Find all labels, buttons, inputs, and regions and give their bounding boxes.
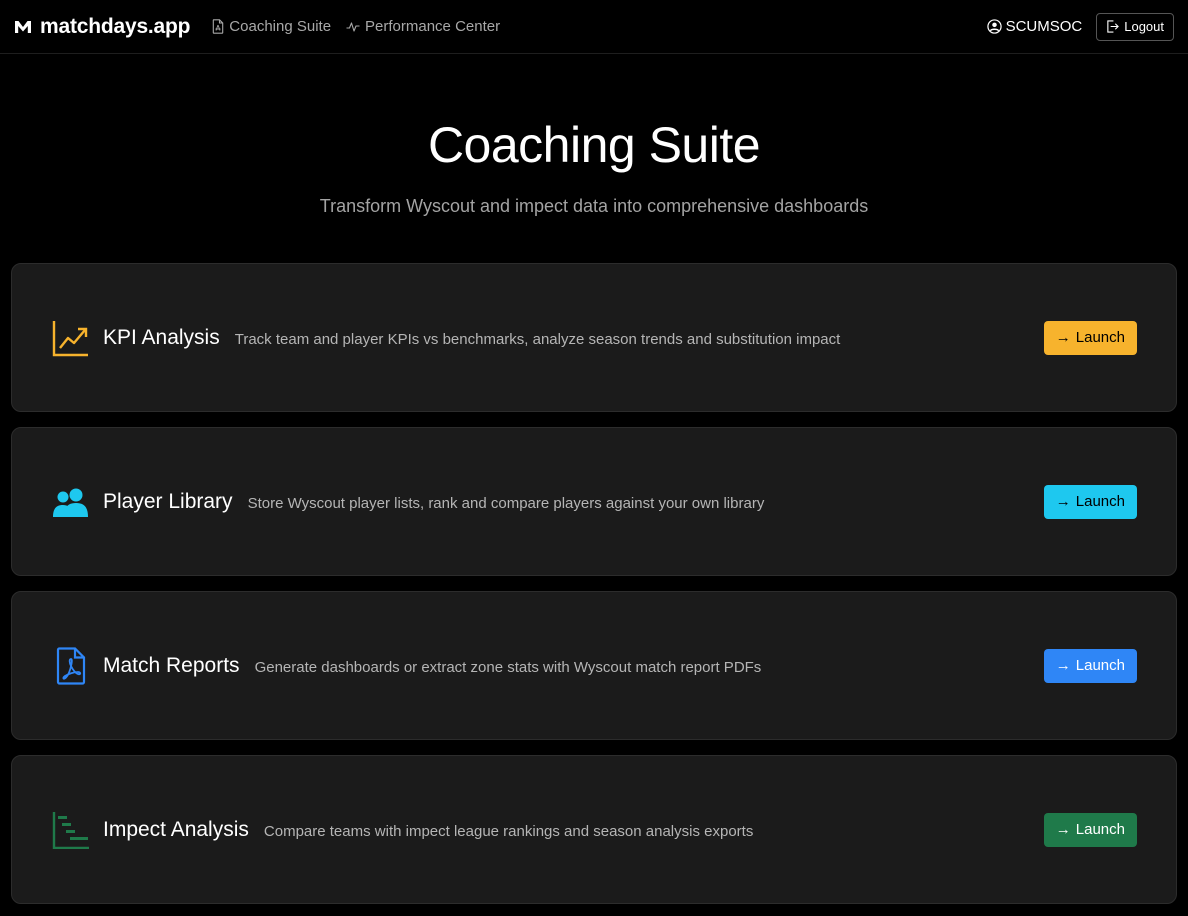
card-description: Compare teams with impect league ranking… (263, 822, 754, 840)
pdf-file-icon (213, 19, 224, 34)
card-description: Store Wyscout player lists, rank and com… (247, 494, 765, 512)
nav-link-label: Coaching Suite (229, 18, 332, 35)
card-title: KPI Analysis (103, 325, 220, 349)
launch-label: Launch (1075, 493, 1125, 510)
arrow-right-icon: → (1055, 329, 1071, 346)
launch-label: Launch (1075, 821, 1125, 838)
card-title: Match Reports (103, 653, 240, 677)
logout-button[interactable]: Logout (1096, 12, 1174, 41)
launch-match-reports-button[interactable]: → Launch (1043, 648, 1137, 683)
card-description: Generate dashboards or extract zone stat… (254, 658, 762, 676)
user-circle-icon (986, 19, 1002, 34)
username: SCUMSOC (1005, 18, 1083, 35)
card-impect-analysis: Impect Analysis Compare teams with impec… (11, 755, 1177, 904)
card-player-library: Player Library Store Wyscout player list… (11, 427, 1177, 576)
card-title: Player Library (103, 489, 233, 513)
pdf-document-icon (56, 646, 86, 685)
nav-link-label: Performance Center (365, 18, 501, 35)
hero-section: Coaching Suite Transform Wyscout and imp… (0, 112, 1188, 218)
launch-player-library-button[interactable]: → Launch (1043, 484, 1137, 519)
gantt-chart-icon (52, 811, 89, 849)
trend-chart-icon (52, 320, 88, 356)
nav-link-performance-center[interactable]: Performance Center (346, 18, 500, 35)
page-title: Coaching Suite (427, 117, 761, 173)
nav-link-coaching-suite[interactable]: Coaching Suite (212, 18, 331, 35)
launch-label: Launch (1075, 657, 1125, 674)
launch-kpi-analysis-button[interactable]: → Launch (1043, 320, 1137, 355)
card-match-reports: Match Reports Generate dashboards or ext… (11, 591, 1177, 740)
arrow-right-icon: → (1055, 493, 1071, 510)
logout-label: Logout (1124, 19, 1164, 34)
page-subtitle: Transform Wyscout and impect data into c… (319, 196, 869, 216)
card-kpi-analysis: KPI Analysis Track team and player KPIs … (11, 263, 1177, 412)
top-navbar: matchdays.app Coaching Suite Performance… (0, 0, 1188, 54)
arrow-right-icon: → (1055, 657, 1071, 674)
brand-logo-icon (15, 20, 31, 33)
arrow-right-icon: → (1055, 821, 1071, 838)
pulse-icon (346, 21, 360, 32)
card-description: Track team and player KPIs vs benchmarks… (234, 330, 841, 348)
brand-name: matchdays.app (40, 14, 191, 38)
logout-icon (1107, 20, 1120, 33)
launch-label: Launch (1075, 329, 1125, 346)
launch-impect-analysis-button[interactable]: → Launch (1043, 812, 1137, 847)
card-title: Impect Analysis (103, 817, 249, 841)
people-icon (53, 488, 88, 517)
user-account[interactable]: SCUMSOC (986, 18, 1083, 35)
brand-link[interactable]: matchdays.app (14, 15, 190, 39)
